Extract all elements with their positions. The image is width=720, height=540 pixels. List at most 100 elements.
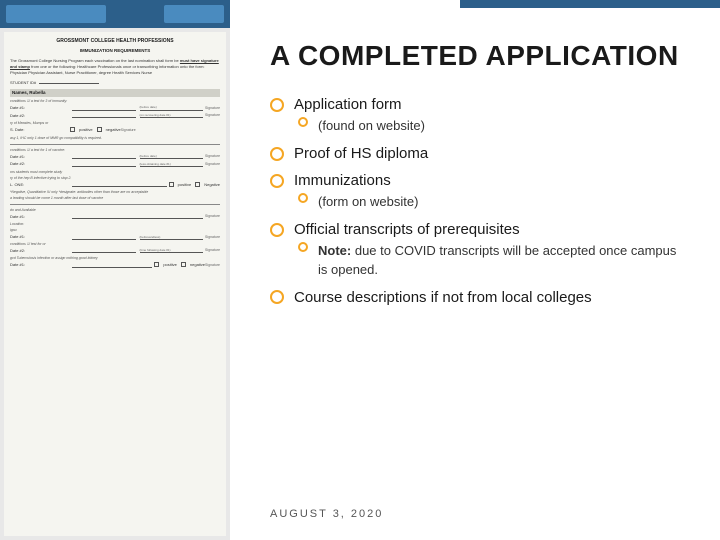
list-item-application-form: Application form (found on website) bbox=[270, 96, 684, 135]
doc-i-date2-sig: Signature bbox=[205, 248, 220, 253]
doc-date1-label: Date #1: bbox=[10, 105, 70, 111]
doc-dose-date1-field bbox=[72, 218, 203, 219]
bullet-icon-immunizations bbox=[270, 174, 284, 188]
doc-header-right-block bbox=[164, 5, 224, 23]
doc-divider-2 bbox=[10, 204, 220, 205]
doc-dose-date1-label: Date #1: bbox=[10, 214, 70, 220]
checklist-item-main-courses: Course descriptions if not from local co… bbox=[270, 289, 684, 306]
doc-checkbox-row: positive negative bbox=[70, 127, 121, 133]
doc-label-positive: positive bbox=[79, 127, 93, 133]
list-item-proof-diploma: Proof of HS diploma bbox=[270, 145, 684, 162]
doc-gcd-date1-label: Date #1: bbox=[10, 262, 70, 268]
item-label-immunizations: Immunizations bbox=[294, 172, 391, 189]
item-label-application: Application form bbox=[294, 96, 402, 113]
doc-date2-sig: Signature bbox=[205, 113, 220, 118]
doc-v-date2-label: Date #2: bbox=[10, 161, 70, 167]
doc-subtitle: IMMUNIZATION REQUIREMENTS bbox=[10, 48, 220, 54]
doc-i-date2-note: (time following date #1) bbox=[140, 248, 204, 253]
checklist: Application form (found on website) Proo… bbox=[270, 96, 684, 306]
doc-header-left-block bbox=[6, 5, 106, 23]
doc-row-i-date1: Date #1: (beforeandless) Signature bbox=[10, 234, 220, 240]
list-item-transcripts: Official transcripts of prerequisites No… bbox=[270, 221, 684, 278]
document-panel: GROSSMONT COLLEGE HEALTH PROFESSIONS IMM… bbox=[0, 0, 230, 540]
doc-note-varicella: conditions ☑ a test for 1 of vaccine: bbox=[10, 148, 220, 153]
doc-note-dose: do and Available bbox=[10, 208, 220, 213]
bullet-icon-found-website bbox=[298, 117, 308, 127]
checklist-item-main-immunizations: Immunizations bbox=[270, 172, 684, 189]
doc-gcd-date1-field bbox=[72, 267, 152, 268]
doc-checkbox-positive-3 bbox=[154, 262, 159, 267]
doc-s-date-label: S. Date: bbox=[10, 127, 70, 133]
doc-student-label: STUDENT ID# bbox=[10, 80, 99, 86]
item-label-transcripts: Official transcripts of prerequisites bbox=[294, 221, 520, 238]
doc-checkbox-row-3: positive negative bbox=[154, 262, 205, 268]
doc-row-v-date1: Date #1: (before date) Signature bbox=[10, 154, 220, 160]
doc-date1-field bbox=[72, 110, 136, 111]
doc-v-date2-sig: Signature bbox=[205, 162, 220, 167]
note-text-content: due to COVID transcripts will be accepte… bbox=[318, 243, 676, 276]
doc-i-date1-field bbox=[72, 239, 136, 240]
page-title: A COMPLETED APPLICATION bbox=[270, 40, 684, 72]
doc-header-bar bbox=[0, 0, 230, 28]
doc-checkbox-negative bbox=[97, 127, 102, 132]
doc-row-dose-date1: Date #1: Signature bbox=[10, 214, 220, 220]
item-label-diploma: Proof of HS diploma bbox=[294, 145, 428, 162]
doc-v-date1-field bbox=[72, 158, 136, 159]
bullet-icon-form-website bbox=[298, 193, 308, 203]
doc-row-i-date2: Date #2: (time following date #1) Signat… bbox=[10, 248, 220, 254]
checklist-item-main-application: Application form bbox=[270, 96, 684, 113]
doc-content: GROSSMONT COLLEGE HEALTH PROFESSIONS IMM… bbox=[4, 32, 226, 536]
top-bar-decoration bbox=[460, 0, 720, 8]
doc-row-gcd-date1: Date #1: positive negative Signature bbox=[10, 262, 220, 268]
doc-note-conditions: conditions ☑ test for or bbox=[10, 242, 220, 247]
doc-v-date1-note: (before date) bbox=[140, 154, 204, 159]
checklist-item-main-transcripts: Official transcripts of prerequisites bbox=[270, 221, 684, 238]
doc-note-iht: asy 1, IHC only 1 dose of MMR go compati… bbox=[10, 136, 220, 141]
doc-v-date2-note: (less obtaining date #1) bbox=[140, 162, 204, 167]
doc-s-date-sig: Signature bbox=[121, 128, 136, 133]
item-label-courses: Course descriptions if not from local co… bbox=[294, 289, 592, 306]
doc-intro: The Grossmont College Nursing Program ea… bbox=[10, 58, 220, 76]
doc-i-date1-sig: Signature bbox=[205, 235, 220, 240]
doc-dose-date1-sig: Signature bbox=[205, 214, 220, 219]
doc-section-measles: ry of Measles, Mumps or S. Date: positiv… bbox=[10, 121, 220, 132]
doc-date1-note: (before date) bbox=[140, 105, 204, 110]
doc-checkbox-positive-2 bbox=[169, 182, 174, 187]
doc-v-date2-field bbox=[72, 166, 136, 167]
doc-section-igou: igou Date #1: (beforeandless) Signature … bbox=[10, 228, 220, 253]
doc-row-date2: Date #2: (on recovering date #1) Signatu… bbox=[10, 113, 220, 119]
doc-checkbox-positive bbox=[70, 127, 75, 132]
doc-label-negative-2: Negative bbox=[204, 182, 220, 188]
doc-l-one-label: L. ONE: bbox=[10, 182, 70, 188]
doc-note-immunity: conditions ☑ a test for 3 of immunity: bbox=[10, 99, 220, 104]
doc-checkbox-negative-3 bbox=[181, 262, 186, 267]
doc-section-mumps-title: Names, Rubella bbox=[10, 89, 220, 97]
doc-note-igou: igou bbox=[10, 228, 220, 233]
doc-date2-note: (on recovering date #1) bbox=[140, 113, 204, 118]
doc-note-hep2: *Negative, Quantitative IU only *designa… bbox=[10, 190, 220, 195]
doc-note-gcd: gcd Tuberculosis infection or assign not… bbox=[10, 256, 220, 261]
doc-i-date1-note: (beforeandless) bbox=[140, 235, 204, 240]
doc-section-varicella: conditions ☑ a test for 1 of vaccine: Da… bbox=[10, 148, 220, 167]
main-content: A COMPLETED APPLICATION Application form… bbox=[270, 40, 684, 492]
doc-date2-field bbox=[72, 117, 136, 118]
doc-label-positive-3: positive bbox=[163, 262, 177, 268]
doc-v-date1-label: Date #1: bbox=[10, 154, 70, 160]
doc-label-negative-3: negative bbox=[190, 262, 205, 268]
list-item-course-descriptions: Course descriptions if not from local co… bbox=[270, 289, 684, 306]
doc-section-gcd: gcd Tuberculosis infection or assign not… bbox=[10, 256, 220, 267]
doc-gcd-sig: Signature bbox=[205, 263, 220, 268]
doc-note-hep3: a leading should be come 1 month after l… bbox=[10, 196, 220, 201]
doc-section-hep: ry of the hep B infective trying to stop… bbox=[10, 176, 220, 187]
bullet-icon-diploma bbox=[270, 147, 284, 161]
doc-label-negative: negative bbox=[106, 127, 121, 133]
doc-checkbox-negative-2 bbox=[195, 182, 200, 187]
doc-i-date2-field bbox=[72, 252, 136, 253]
doc-row-s-date: S. Date: positive negative Signature bbox=[10, 127, 220, 133]
doc-note-students: ors students must complete study bbox=[10, 170, 220, 175]
bullet-icon-covid-note bbox=[298, 242, 308, 252]
sub-item-text-covid-note: Note: due to COVID transcripts will be a… bbox=[318, 242, 684, 278]
doc-i-date1-label: Date #1: bbox=[10, 234, 70, 240]
bullet-icon-transcripts bbox=[270, 223, 284, 237]
doc-note-location: Location: bbox=[10, 222, 220, 227]
